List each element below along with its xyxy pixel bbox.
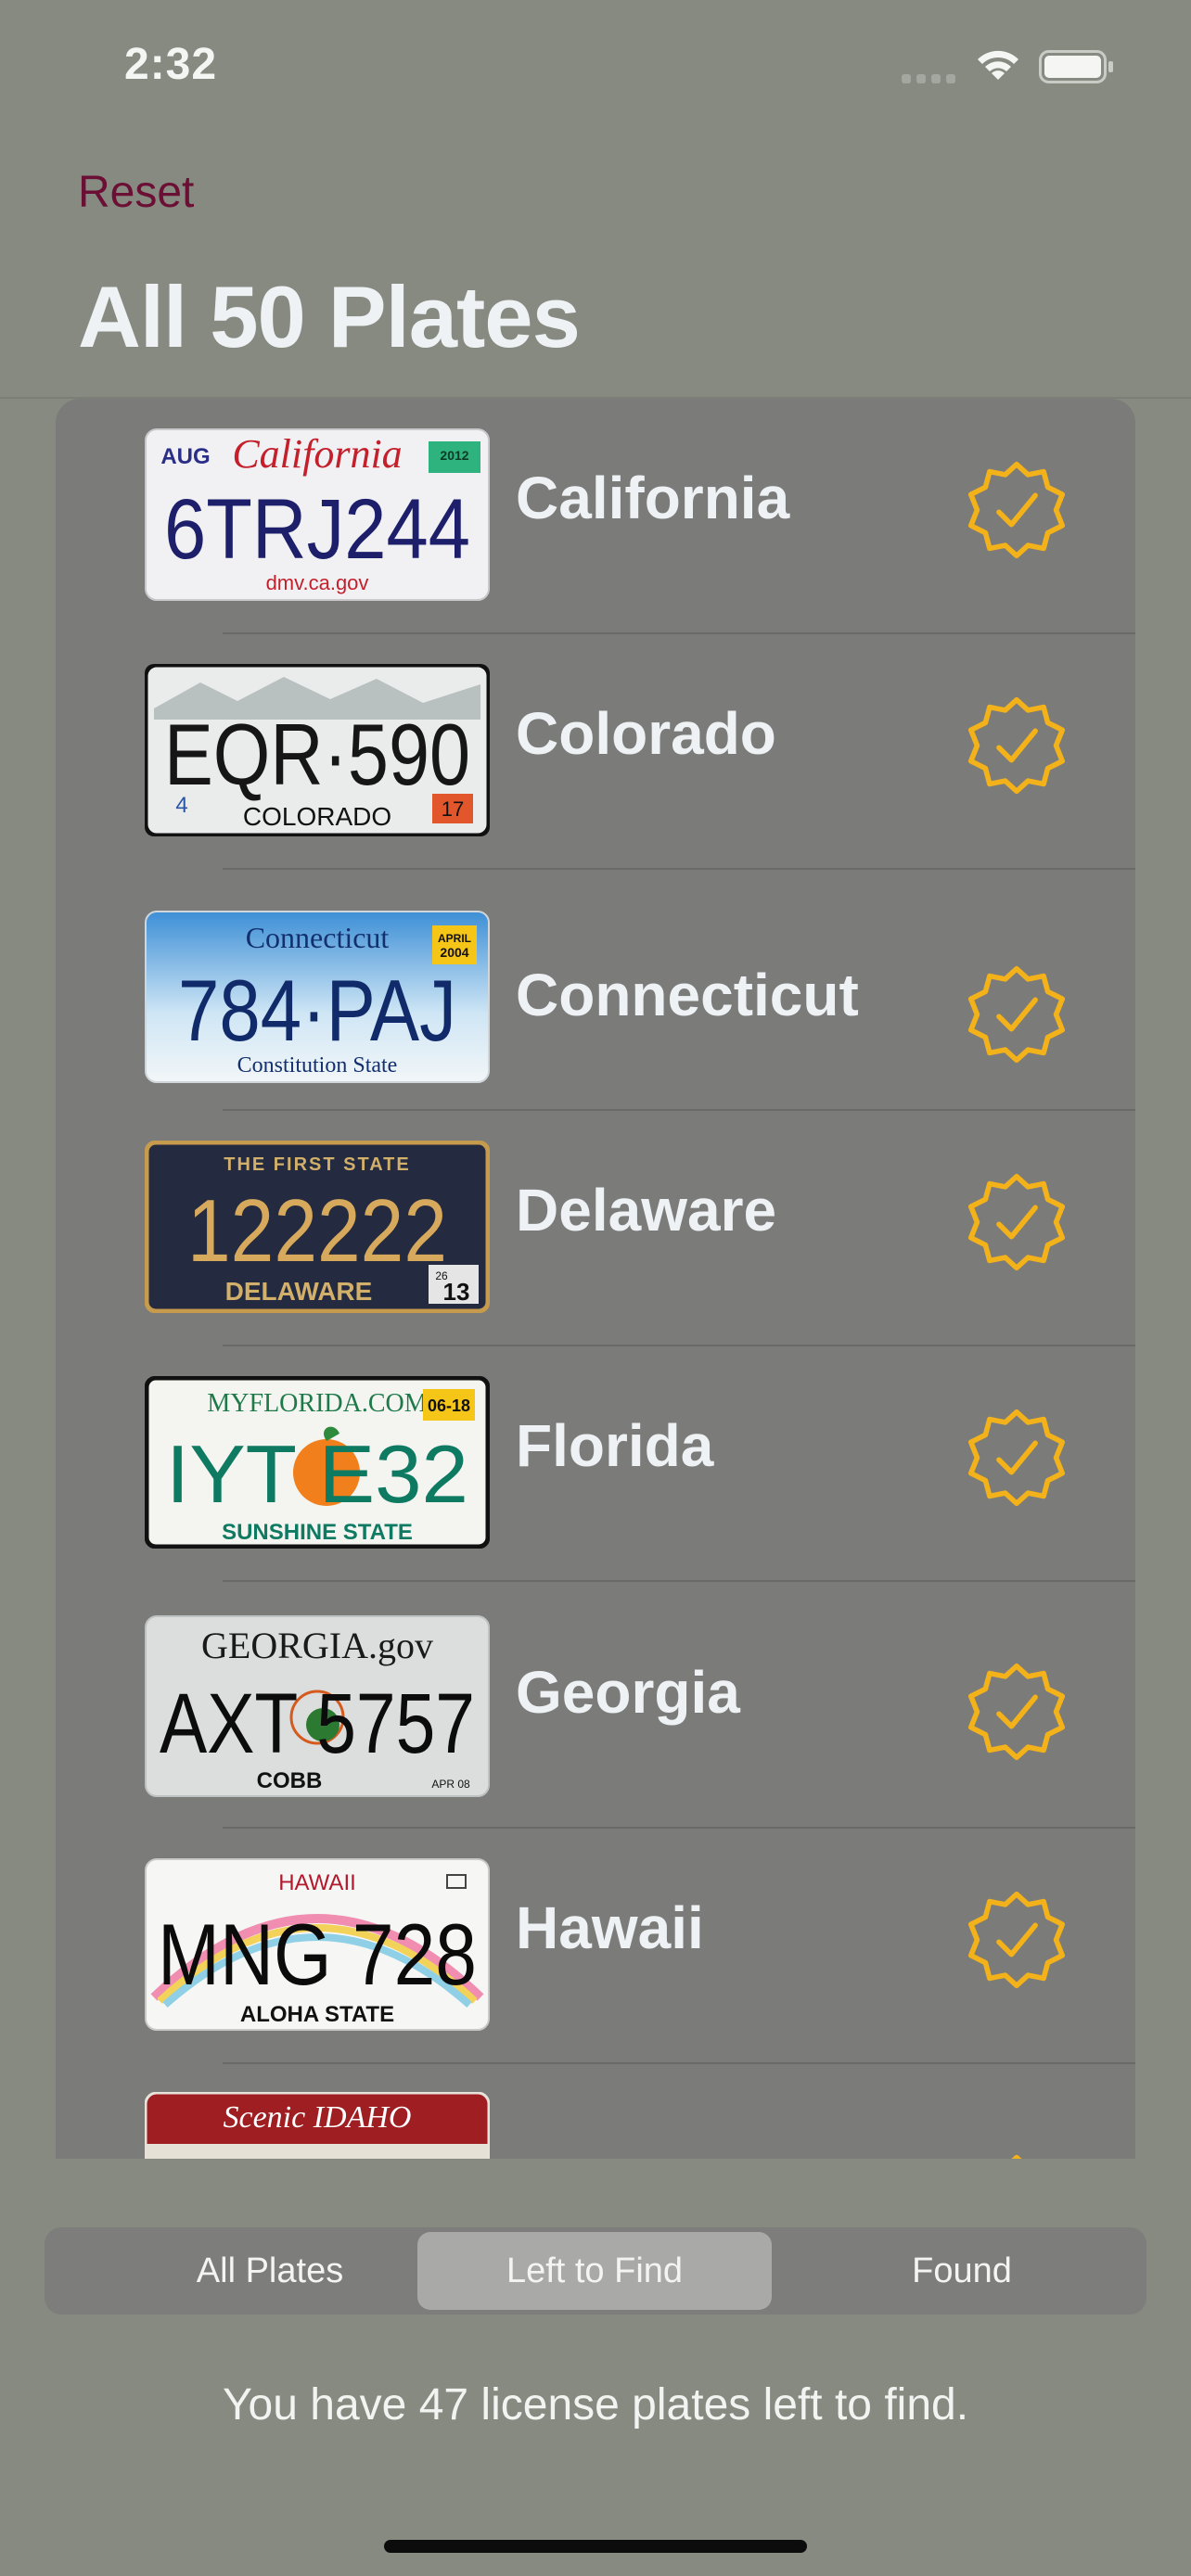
svg-text:California: California xyxy=(232,431,402,477)
svg-text:DELAWARE: DELAWARE xyxy=(225,1277,373,1306)
plate-image-hawaii: HAWAII MNG 728 ALOHA STATE xyxy=(145,1858,490,2031)
plate-image-california: AUG California 2012 6TRJ244 dmv.ca.gov xyxy=(145,428,490,601)
checkmark-seal-icon[interactable] xyxy=(965,2151,1069,2159)
svg-text:APR 08: APR 08 xyxy=(431,1778,470,1791)
svg-text:AXT 5757: AXT 5757 xyxy=(160,1677,475,1771)
page-title: All 50 Plates xyxy=(78,268,581,365)
plate-row-florida[interactable]: MYFLORIDA.COM 06-18 IYT E32 SUNSHINE STA… xyxy=(56,1346,1135,1582)
svg-text:COLORADO: COLORADO xyxy=(243,802,391,831)
segment-left-to-find[interactable]: Left to Find xyxy=(417,2232,772,2310)
svg-text:06-18: 06-18 xyxy=(428,1396,470,1415)
svg-text:APRIL: APRIL xyxy=(438,932,471,945)
svg-text:1A J1735: 1A J1735 xyxy=(169,2148,466,2159)
reset-button[interactable]: Reset xyxy=(78,167,194,218)
svg-text:2004: 2004 xyxy=(440,945,468,960)
checkmark-seal-icon[interactable] xyxy=(965,694,1069,797)
plate-image-georgia: GEORGIA.gov AXT 5757 COBB APR 08 xyxy=(145,1615,490,1797)
plate-image-connecticut: Connecticut APRIL 2004 784·PAJ Constitut… xyxy=(145,911,490,1083)
state-name-florida: Florida xyxy=(516,1412,714,1479)
checkmark-seal-icon[interactable] xyxy=(965,1406,1069,1510)
svg-text:6TRJ244: 6TRJ244 xyxy=(164,482,470,577)
state-name-delaware: Delaware xyxy=(516,1177,777,1243)
svg-text:Connecticut: Connecticut xyxy=(246,921,390,954)
svg-text:THE FIRST STATE: THE FIRST STATE xyxy=(224,1154,410,1175)
svg-text:SUNSHINE STATE: SUNSHINE STATE xyxy=(222,1520,413,1545)
status-bar: 2:32 xyxy=(0,0,1191,139)
svg-text:HAWAII: HAWAII xyxy=(278,1870,356,1895)
battery-icon xyxy=(1039,50,1113,83)
svg-text:EQR·590: EQR·590 xyxy=(164,706,470,803)
svg-text:GEORGIA.gov: GEORGIA.gov xyxy=(201,1625,433,1666)
svg-text:ALOHA STATE: ALOHA STATE xyxy=(240,2002,394,2027)
filter-segmented-control[interactable]: All Plates Left to Find Found xyxy=(45,2227,1146,2315)
svg-text:Scenic IDAHO: Scenic IDAHO xyxy=(224,2100,412,2135)
plate-image-colorado: EQR·590 COLORADO 4 17 xyxy=(145,664,490,836)
segment-found[interactable]: Found xyxy=(785,2232,1139,2310)
plate-image-idaho: Scenic IDAHO 1A J1735 xyxy=(145,2092,490,2159)
svg-text:MNG 728: MNG 728 xyxy=(158,1906,477,2003)
checkmark-seal-icon[interactable] xyxy=(965,963,1069,1066)
checkmark-seal-icon[interactable] xyxy=(965,1888,1069,1992)
svg-text:4: 4 xyxy=(175,793,187,818)
plate-row-connecticut[interactable]: Connecticut APRIL 2004 784·PAJ Constitut… xyxy=(56,870,1135,1105)
checkmark-seal-icon[interactable] xyxy=(965,458,1069,562)
plate-row-delaware[interactable]: THE FIRST STATE 122222 DELAWARE 26 13 De… xyxy=(56,1111,1135,1346)
state-name-california: California xyxy=(516,465,790,531)
state-name-colorado: Colorado xyxy=(516,700,776,767)
state-name-idaho: Idaho xyxy=(516,2151,674,2159)
plate-image-florida: MYFLORIDA.COM 06-18 IYT E32 SUNSHINE STA… xyxy=(145,1376,490,1549)
checkmark-seal-icon[interactable] xyxy=(965,1170,1069,1274)
svg-text:MYFLORIDA.COM: MYFLORIDA.COM xyxy=(207,1389,427,1418)
plate-month-sticker: AUG xyxy=(160,444,210,469)
plate-row-georgia[interactable]: GEORGIA.gov AXT 5757 COBB APR 08 Georgia xyxy=(56,1582,1135,1817)
plate-row-idaho[interactable]: Scenic IDAHO 1A J1735 Idaho xyxy=(56,2064,1135,2159)
wifi-icon xyxy=(978,50,1018,80)
plate-row-hawaii[interactable]: HAWAII MNG 728 ALOHA STATE Hawaii xyxy=(56,1829,1135,2064)
state-name-connecticut: Connecticut xyxy=(516,962,859,1028)
plate-image-delaware: THE FIRST STATE 122222 DELAWARE 26 13 xyxy=(145,1141,490,1313)
segment-all-plates[interactable]: All Plates xyxy=(93,2232,447,2310)
svg-text:17: 17 xyxy=(442,797,464,821)
svg-text:784·PAJ: 784·PAJ xyxy=(178,962,456,1059)
svg-text:IYT E32: IYT E32 xyxy=(166,1428,468,1520)
plates-left-message: You have 47 license plates left to find. xyxy=(222,2380,969,2429)
svg-text:Constitution State: Constitution State xyxy=(237,1053,398,1078)
checkmark-seal-icon[interactable] xyxy=(965,1660,1069,1764)
svg-text:13: 13 xyxy=(443,1278,470,1306)
plate-row-california[interactable]: AUG California 2012 6TRJ244 dmv.ca.gov C… xyxy=(56,399,1135,634)
state-name-hawaii: Hawaii xyxy=(516,1894,704,1961)
state-name-georgia: Georgia xyxy=(516,1659,740,1726)
plates-list[interactable]: AUG California 2012 6TRJ244 dmv.ca.gov C… xyxy=(56,399,1135,2159)
home-indicator[interactable] xyxy=(384,2540,807,2553)
svg-text:COBB: COBB xyxy=(257,1768,323,1793)
svg-text:122222: 122222 xyxy=(187,1181,447,1281)
status-time: 2:32 xyxy=(124,40,218,89)
plate-row-colorado[interactable]: EQR·590 COLORADO 4 17 Colorado xyxy=(56,634,1135,870)
svg-text:2012: 2012 xyxy=(440,448,468,463)
cellular-signal-icon xyxy=(902,74,955,83)
svg-text:dmv.ca.gov: dmv.ca.gov xyxy=(266,571,369,594)
